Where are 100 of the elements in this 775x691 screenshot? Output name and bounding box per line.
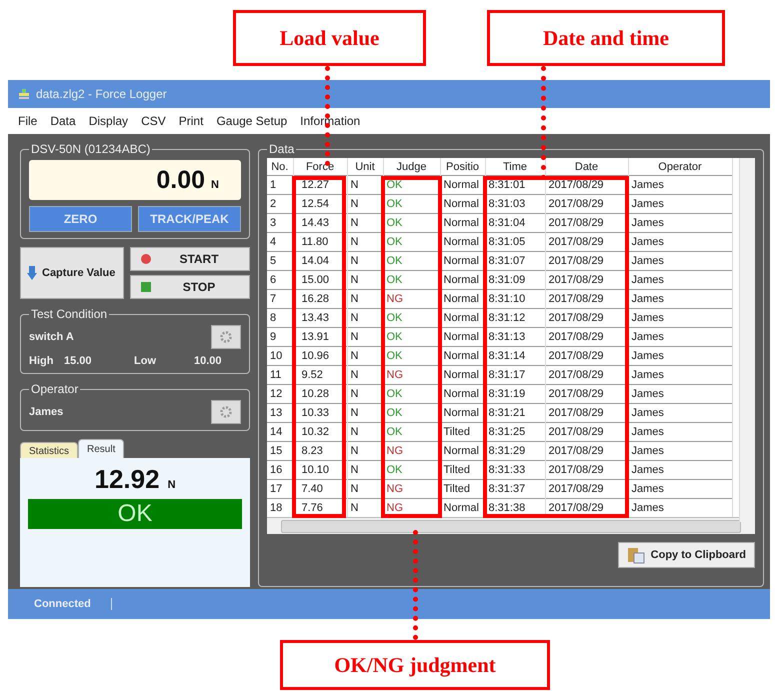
table-cell: N — [347, 290, 383, 308]
column-header[interactable]: Time — [485, 158, 545, 176]
table-cell: 8:31:25 — [485, 422, 545, 442]
table-cell: 8:31:09 — [485, 270, 545, 290]
table-cell: 2017/08/29 — [545, 308, 628, 328]
scroll-thumb[interactable] — [281, 520, 741, 532]
table-cell: 2017/08/29 — [545, 460, 628, 480]
menu-item[interactable]: Data — [50, 114, 76, 128]
table-cell: N — [347, 232, 383, 252]
arrow-icon — [27, 266, 37, 280]
column-header[interactable]: Force — [293, 158, 347, 176]
horizontal-scrollbar[interactable] — [267, 517, 755, 534]
table-cell: 2017/08/29 — [545, 194, 628, 214]
table-cell: Tilted — [440, 460, 485, 480]
table-cell: NG — [383, 498, 440, 517]
menu-item[interactable]: Gauge Setup — [216, 114, 288, 128]
table-cell: James — [628, 232, 732, 252]
table-cell: 8:31:33 — [485, 460, 545, 480]
table-cell: 8:31:07 — [485, 252, 545, 270]
stop-square-icon — [141, 282, 151, 292]
menu-item[interactable]: File — [18, 114, 38, 128]
table-cell: 2 — [267, 194, 293, 214]
menu-item[interactable]: Display — [88, 114, 128, 128]
column-header[interactable]: Positio — [440, 158, 485, 176]
table-cell: 2017/08/29 — [545, 346, 628, 366]
table-cell: James — [628, 176, 732, 194]
table-cell: James — [628, 366, 732, 384]
table-cell: Normal — [440, 442, 485, 460]
table-cell: 11 — [267, 366, 293, 384]
settings-button[interactable] — [211, 400, 241, 424]
column-header[interactable]: Operator — [628, 158, 732, 176]
table-cell: 8:31:04 — [485, 214, 545, 232]
table-cell: 15 — [267, 442, 293, 460]
table-cell: 10.10 — [293, 460, 347, 480]
column-header[interactable]: No. — [267, 158, 293, 176]
table-cell: James — [628, 328, 732, 346]
table-cell: 2017/08/29 — [545, 498, 628, 517]
table-cell: 10.28 — [293, 384, 347, 404]
table-cell: OK — [383, 328, 440, 346]
table-cell: 2017/08/29 — [545, 366, 628, 384]
stop-button[interactable]: STOP — [130, 275, 250, 299]
table-cell: Normal — [440, 270, 485, 290]
menu-item[interactable]: Print — [178, 114, 204, 128]
settings-button[interactable] — [211, 325, 241, 349]
callout-label: Load value — [233, 10, 426, 66]
table-cell: N — [347, 442, 383, 460]
table-cell: OK — [383, 404, 440, 422]
table-cell: N — [347, 214, 383, 232]
column-header[interactable]: Date — [545, 158, 628, 176]
table-cell: 14.43 — [293, 214, 347, 232]
table-cell: 2017/08/29 — [545, 328, 628, 346]
table-cell: 10.33 — [293, 404, 347, 422]
table-cell: James — [628, 422, 732, 442]
menu-item[interactable]: Information — [300, 114, 360, 128]
table-cell: 5 — [267, 252, 293, 270]
table-cell: NG — [383, 442, 440, 460]
start-button[interactable]: START — [130, 247, 250, 271]
table-cell: 8:31:21 — [485, 404, 545, 422]
table-cell: N — [347, 460, 383, 480]
settings-icon — [220, 406, 232, 418]
high-label: High — [29, 355, 54, 367]
table-cell: James — [628, 404, 732, 422]
vertical-scrollbar[interactable] — [739, 158, 755, 522]
app-icon — [18, 88, 30, 100]
table-cell: 7 — [267, 290, 293, 308]
table-cell: 2017/08/29 — [545, 252, 628, 270]
tab[interactable]: Statistics — [20, 442, 78, 458]
table-cell: James — [628, 480, 732, 498]
table-cell: James — [628, 384, 732, 404]
table-cell: 8.23 — [293, 442, 347, 460]
group-title: Operator — [30, 382, 80, 396]
menu-item[interactable]: CSV — [141, 114, 166, 128]
table-cell: 16.28 — [293, 290, 347, 308]
column-header[interactable]: Unit — [347, 158, 383, 176]
table-cell: James — [628, 270, 732, 290]
table-cell: 2017/08/29 — [545, 480, 628, 498]
window-title: data.zlg2 - Force Logger — [36, 87, 167, 101]
table-cell: James — [628, 214, 732, 232]
table-cell: OK — [383, 460, 440, 480]
table-cell: 3 — [267, 214, 293, 232]
table-cell: 2017/08/29 — [545, 270, 628, 290]
judgment-bar: OK — [28, 499, 242, 529]
table-cell: James — [628, 442, 732, 460]
table-cell: 2017/08/29 — [545, 214, 628, 232]
table-cell: Normal — [440, 290, 485, 308]
table-cell: James — [628, 290, 732, 308]
column-header[interactable]: Judge — [383, 158, 440, 176]
table-cell: Normal — [440, 232, 485, 252]
copy-button[interactable]: Copy to Clipboard — [618, 542, 755, 568]
table-cell: 2017/08/29 — [545, 176, 628, 194]
table-cell: N — [347, 308, 383, 328]
table-cell: OK — [383, 176, 440, 194]
table-cell: N — [347, 252, 383, 270]
table-cell: 8:31:10 — [485, 290, 545, 308]
tab[interactable]: Result — [78, 439, 124, 458]
table-cell: 12.54 — [293, 194, 347, 214]
capture-button[interactable]: Capture Value — [20, 247, 124, 299]
table-cell: 8:31:38 — [485, 498, 545, 517]
table-cell: James — [628, 252, 732, 270]
table-cell: 12 — [267, 384, 293, 404]
